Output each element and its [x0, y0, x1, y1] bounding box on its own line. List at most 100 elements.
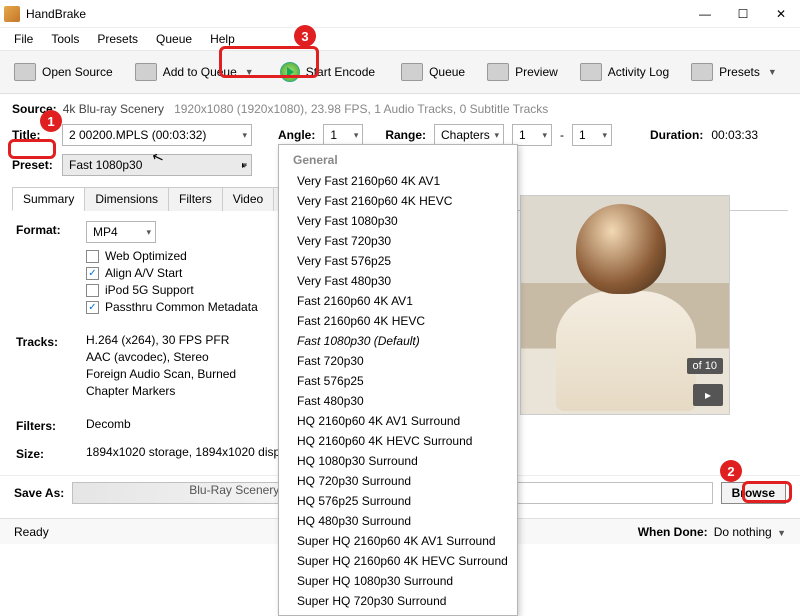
browse-button[interactable]: Browse	[721, 482, 786, 504]
saveas-value: Blu-Ray Scenery.m	[189, 483, 291, 497]
ipod-label: iPod 5G Support	[105, 283, 194, 297]
preset-menu-item[interactable]: Fast 480p30	[279, 391, 517, 411]
chevron-down-icon: ▼	[245, 67, 254, 77]
chevron-down-icon: ▼	[777, 528, 786, 538]
range-mode-dropdown[interactable]: Chapters	[434, 124, 504, 146]
app-title: HandBrake	[26, 7, 690, 21]
preview-next-button[interactable]: ▸	[693, 384, 723, 406]
open-source-button[interactable]: Open Source	[6, 59, 121, 85]
preset-menu-item[interactable]: HQ 576p25 Surround	[279, 491, 517, 511]
tab-video[interactable]: Video	[222, 187, 274, 211]
when-done-dropdown[interactable]: Do nothing ▼	[714, 525, 786, 539]
range-to-value: 1	[579, 128, 586, 142]
preset-menu-item[interactable]: HQ 2160p60 4K HEVC Surround	[279, 431, 517, 451]
preset-menu-item[interactable]: Fast 2160p60 4K AV1	[279, 291, 517, 311]
toolbar: Open Source Add to Queue ▼ Start Encode …	[0, 50, 800, 94]
preview-button[interactable]: Preview	[479, 59, 566, 85]
queue-label: Queue	[429, 65, 465, 79]
angle-value: 1	[330, 128, 337, 142]
preset-menu-item[interactable]: Fast 1080p30 (Default)	[279, 331, 517, 351]
preset-menu-item[interactable]: Super HQ 2160p60 4K HEVC Surround	[279, 551, 517, 571]
when-done-label: When Done:	[638, 525, 708, 539]
activity-log-button[interactable]: Activity Log	[572, 59, 677, 85]
preview-thumbnail[interactable]: of 10 ▸	[520, 195, 730, 415]
menu-file[interactable]: File	[6, 30, 41, 48]
format-dropdown[interactable]: MP4	[86, 221, 156, 243]
queue-button[interactable]: Queue	[393, 59, 473, 85]
preset-menu: General Very Fast 2160p60 4K AV1Very Fas…	[278, 144, 518, 616]
when-done-value: Do nothing	[714, 525, 772, 539]
preset-menu-item[interactable]: Very Fast 2160p60 4K HEVC	[279, 191, 517, 211]
queue-icon	[401, 63, 423, 81]
start-encode-button[interactable]: Start Encode	[268, 58, 387, 86]
titlebar: HandBrake — ☐ ✕	[0, 0, 800, 28]
web-optimized-checkbox[interactable]	[86, 250, 99, 263]
preset-menu-item[interactable]: HQ 480p30 Surround	[279, 511, 517, 531]
menu-presets[interactable]: Presets	[89, 30, 146, 48]
saveas-label: Save As:	[14, 486, 64, 500]
tab-summary[interactable]: Summary	[12, 187, 85, 211]
add-to-queue-button[interactable]: Add to Queue ▼	[127, 59, 262, 85]
size-label: Size:	[16, 445, 86, 461]
presets-button[interactable]: Presets ▼	[683, 59, 785, 85]
preset-dropdown[interactable]: Fast 1080p30▸	[62, 154, 252, 176]
range-from-value: 1	[519, 128, 526, 142]
preset-menu-item[interactable]: HQ 1080p30 Surround	[279, 451, 517, 471]
add-queue-label: Add to Queue	[163, 65, 237, 79]
preset-menu-item[interactable]: Very Fast 1080p30	[279, 211, 517, 231]
preset-value: Fast 1080p30	[69, 158, 142, 172]
menu-queue[interactable]: Queue	[148, 30, 200, 48]
tab-filters[interactable]: Filters	[168, 187, 223, 211]
tracks-label: Tracks:	[16, 333, 86, 349]
menu-help[interactable]: Help	[202, 30, 243, 48]
callout-2: 2	[720, 460, 742, 482]
preset-menu-item[interactable]: Very Fast 720p30	[279, 231, 517, 251]
range-to-dropdown[interactable]: 1	[572, 124, 612, 146]
range-from-dropdown[interactable]: 1	[512, 124, 552, 146]
minimize-button[interactable]: —	[690, 4, 720, 24]
open-source-icon	[14, 63, 36, 81]
add-queue-icon	[135, 63, 157, 81]
preset-menu-item[interactable]: Very Fast 2160p60 4K AV1	[279, 171, 517, 191]
play-icon	[280, 62, 300, 82]
maximize-button[interactable]: ☐	[728, 4, 758, 24]
preset-label: Preset:	[12, 158, 54, 172]
preset-menu-item[interactable]: Fast 2160p60 4K HEVC	[279, 311, 517, 331]
activity-icon	[580, 63, 602, 81]
menu-tools[interactable]: Tools	[43, 30, 87, 48]
menubar: File Tools Presets Queue Help	[0, 28, 800, 50]
range-label: Range:	[385, 128, 426, 142]
preset-menu-item[interactable]: Super HQ 720p30 Surround	[279, 591, 517, 611]
app-icon	[4, 6, 20, 22]
preview-label: Preview	[515, 65, 558, 79]
format-value: MP4	[93, 225, 118, 239]
angle-dropdown[interactable]: 1	[323, 124, 363, 146]
preset-menu-item[interactable]: Fast 720p30	[279, 351, 517, 371]
preset-menu-item[interactable]: Super HQ 2160p60 4K AV1 Surround	[279, 531, 517, 551]
close-button[interactable]: ✕	[766, 4, 796, 24]
duration-label: Duration:	[650, 128, 703, 142]
align-av-checkbox[interactable]: ✓	[86, 267, 99, 280]
preset-menu-item[interactable]: HQ 720p30 Surround	[279, 471, 517, 491]
filters-label: Filters:	[16, 417, 86, 433]
preview-icon	[487, 63, 509, 81]
title-dropdown[interactable]: 2 00200.MPLS (00:03:32)	[62, 124, 252, 146]
web-optimized-label: Web Optimized	[105, 249, 187, 263]
tab-dimensions[interactable]: Dimensions	[84, 187, 169, 211]
preset-menu-item[interactable]: Very Fast 576p25	[279, 251, 517, 271]
preset-menu-item[interactable]: Super HQ 1080p30 Surround	[279, 571, 517, 591]
preview-page-badge: of 10	[687, 358, 723, 374]
passthru-checkbox[interactable]: ✓	[86, 301, 99, 314]
preset-menu-item[interactable]: Fast 576p25	[279, 371, 517, 391]
preset-menu-item[interactable]: Very Fast 480p30	[279, 271, 517, 291]
angle-label: Angle:	[278, 128, 315, 142]
presets-icon	[691, 63, 713, 81]
activity-label: Activity Log	[608, 65, 669, 79]
align-av-label: Align A/V Start	[105, 266, 182, 280]
range-dash: -	[560, 128, 564, 142]
preset-menu-item[interactable]: HQ 2160p60 4K AV1 Surround	[279, 411, 517, 431]
range-mode-value: Chapters	[441, 128, 490, 142]
open-source-label: Open Source	[42, 65, 113, 79]
ipod-checkbox[interactable]	[86, 284, 99, 297]
source-name: 4k Blu-ray Scenery	[63, 102, 164, 116]
